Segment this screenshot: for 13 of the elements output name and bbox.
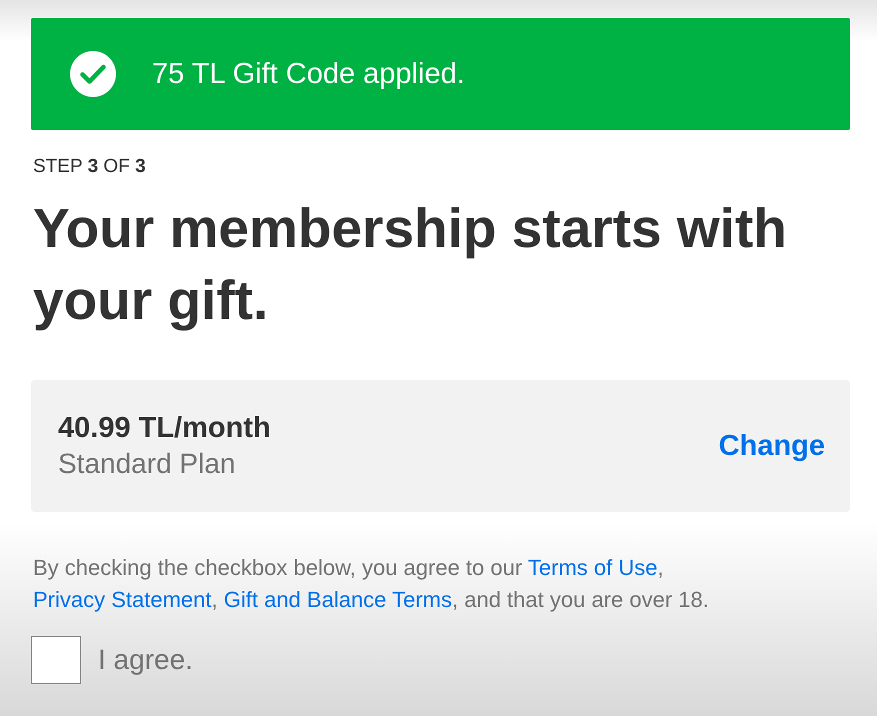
banner-message: 75 TL Gift Code applied.: [152, 57, 465, 92]
plan-price: 40.99 TL/month: [58, 411, 271, 446]
agree-label: I agree.: [98, 643, 193, 677]
terms-link[interactable]: Privacy Statement: [33, 587, 212, 612]
plan-name: Standard Plan: [58, 447, 236, 481]
agree-checkbox[interactable]: [31, 636, 81, 684]
page-heading: Your membership starts with your gift.: [33, 196, 788, 333]
terms-link[interactable]: Gift and Balance Terms: [224, 587, 452, 612]
terms-text: By checking the checkbox below, you agree to our Terms of Use, Privacy Statement, Gift and Balance Terms, and that you are over 18.: [33, 554, 710, 614]
terms-link[interactable]: Terms of Use: [528, 555, 658, 580]
step-indicator: STEP 3 OF 3: [33, 156, 147, 178]
change-link[interactable]: Change: [718, 428, 825, 464]
check-circle-icon: [70, 51, 116, 97]
